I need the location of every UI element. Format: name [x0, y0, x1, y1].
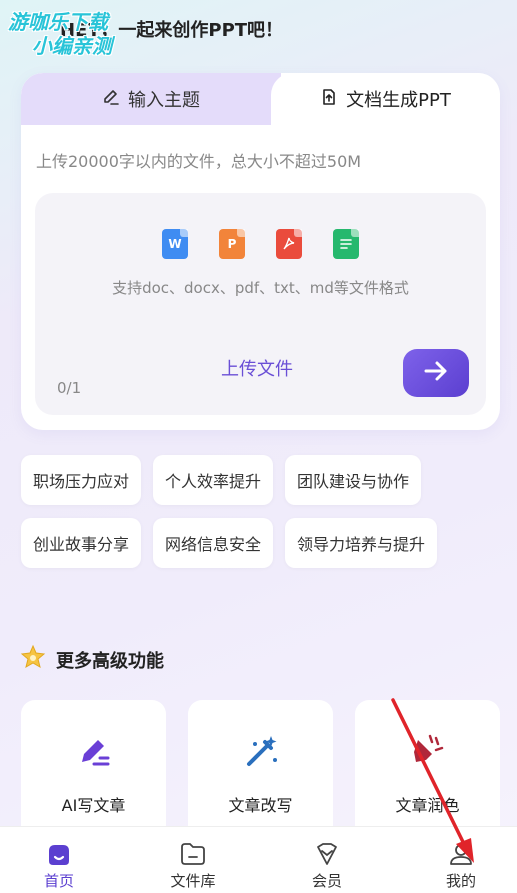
folder-icon	[179, 841, 207, 867]
nav-label: 会员	[311, 872, 342, 890]
file-counter: 0/1	[57, 379, 82, 397]
nav-home[interactable]: 首页	[19, 827, 99, 893]
topic-chip[interactable]: 领导力培养与提升	[285, 518, 438, 568]
nav-vip[interactable]: 会员	[287, 827, 367, 893]
topic-row: 创业故事分享 网络信息安全 领导力培养与提升	[21, 518, 501, 568]
pencil-icon	[102, 88, 120, 111]
tab-input-topic[interactable]: 输入主题	[21, 73, 281, 125]
upload-file-button[interactable]: 上传文件	[221, 355, 293, 381]
nav-label: 首页	[43, 872, 74, 890]
feature-label: 文章改写	[228, 796, 293, 815]
app-screen: HEY，一起来创作PPT吧！ 游咖乐下载 小编亲测 输入主题 文档生成PPT 上…	[0, 0, 517, 893]
txt-file-icon	[333, 229, 359, 259]
more-features-title: 更多高级功能	[56, 650, 164, 672]
feature-label: AI写文章	[61, 796, 126, 815]
tab-document-ppt-label: 文档生成PPT	[346, 90, 451, 111]
ppt-generator-card: 输入主题 文档生成PPT 上传20000字以内的文件，总大小不超过50M W P	[21, 73, 500, 430]
magic-wand-icon	[241, 732, 281, 776]
topic-chip[interactable]: 个人效率提升	[153, 455, 274, 505]
more-features-heading: 更多高级功能	[20, 644, 164, 675]
topic-chip[interactable]: 团队建设与协作	[285, 455, 422, 505]
upload-hint: 上传20000字以内的文件，总大小不超过50M	[36, 152, 362, 171]
star-badge-icon	[20, 644, 46, 675]
feature-ai-write[interactable]: AI写文章	[21, 700, 166, 840]
watermark-line1: 游咖乐下载	[8, 10, 108, 34]
topic-chip[interactable]: 网络信息安全	[153, 518, 274, 568]
home-icon	[45, 841, 73, 867]
tab-input-topic-label: 输入主题	[128, 90, 200, 111]
sparkle-brush-icon	[408, 732, 448, 776]
topic-chip[interactable]: 职场压力应对	[21, 455, 142, 505]
topic-chip[interactable]: 创业故事分享	[21, 518, 142, 568]
feature-polish[interactable]: 文章润色	[355, 700, 500, 840]
pdf-file-icon	[276, 229, 302, 259]
feature-rewrite[interactable]: 文章改写	[188, 700, 333, 840]
nav-label: 我的	[445, 872, 476, 890]
file-type-icons: W P	[35, 229, 486, 259]
file-dropzone[interactable]: W P 支持doc、docx、pdf、txt、md等文件格式 0/1 上传文件	[35, 193, 486, 415]
nav-file-library[interactable]: 文件库	[153, 827, 233, 893]
word-file-icon: W	[162, 229, 188, 259]
supported-formats-text: 支持doc、docx、pdf、txt、md等文件格式	[112, 279, 409, 297]
vip-icon	[313, 841, 341, 867]
topic-row: 职场压力应对 个人效率提升 团队建设与协作	[21, 455, 501, 505]
upload-doc-icon	[320, 88, 338, 111]
ppt-file-icon: P	[219, 229, 245, 259]
feature-label: 文章润色	[395, 796, 460, 815]
topic-suggestions: 职场压力应对 个人效率提升 团队建设与协作 创业故事分享 网络信息安全 领导力培…	[21, 455, 501, 581]
watermark: 游咖乐下载 小编亲测	[8, 10, 112, 58]
ai-write-icon	[74, 732, 114, 776]
nav-label: 文件库	[170, 872, 216, 890]
tab-document-ppt[interactable]: 文档生成PPT	[271, 73, 500, 125]
bottom-navigation: 首页 文件库 会员 我的	[0, 826, 517, 893]
mode-tabs: 输入主题 文档生成PPT	[21, 73, 500, 125]
profile-icon	[447, 841, 475, 867]
generate-button[interactable]	[403, 349, 469, 397]
arrow-right-icon	[423, 360, 449, 386]
nav-profile[interactable]: 我的	[421, 827, 501, 893]
watermark-line2: 小编亲测	[32, 34, 112, 58]
